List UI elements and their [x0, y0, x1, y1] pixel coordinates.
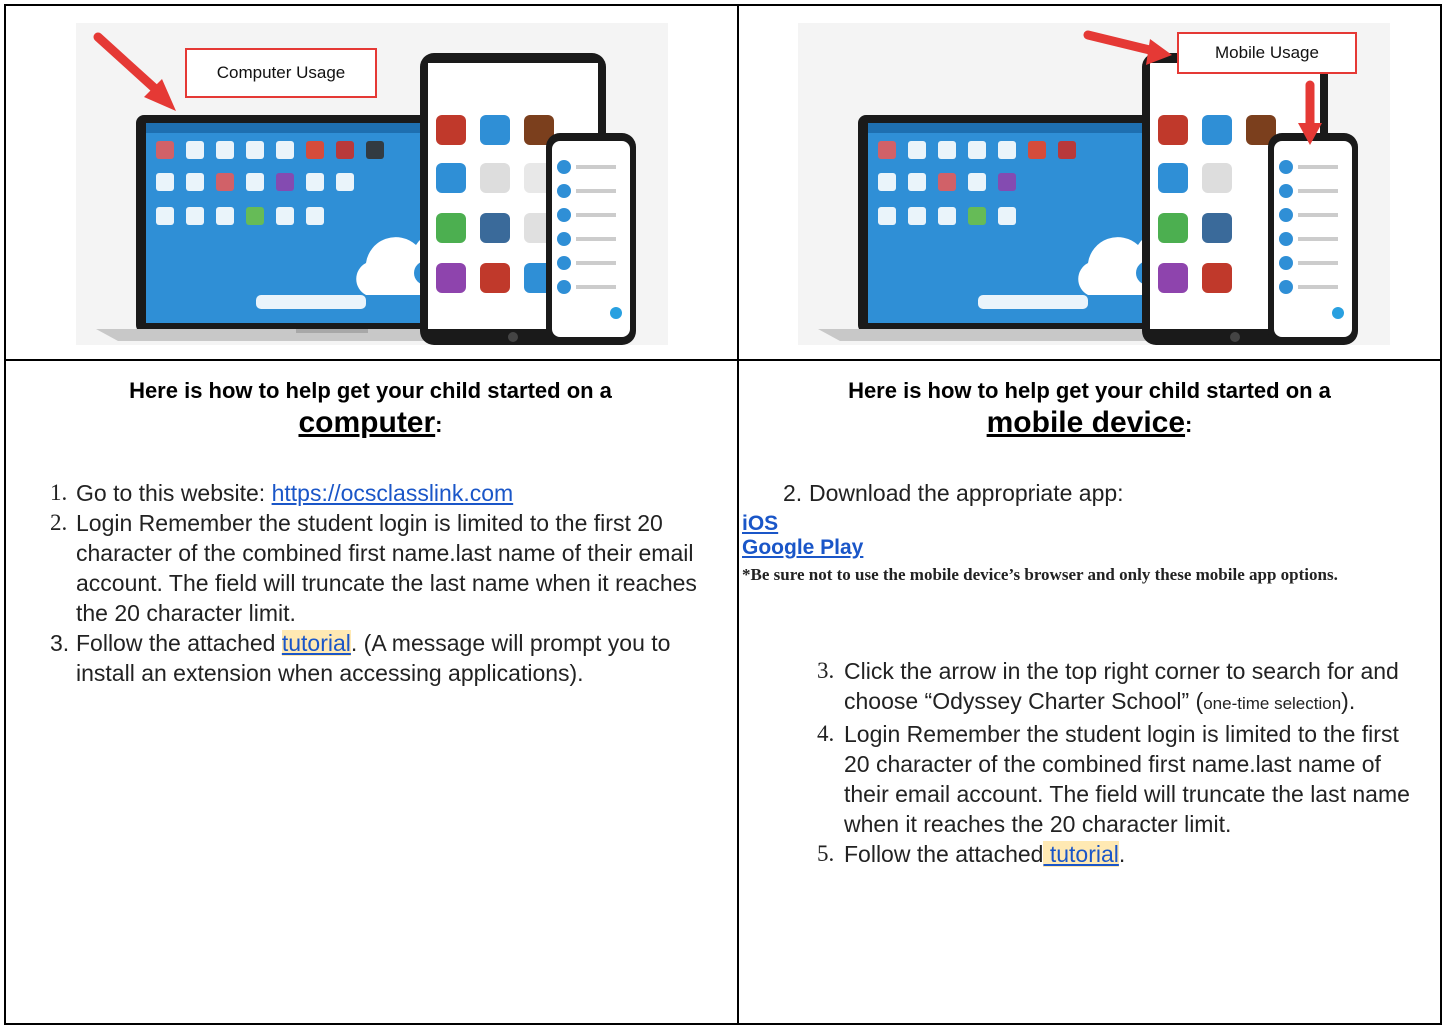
app-links: iOS Google Play	[739, 512, 1440, 560]
row-divider	[6, 359, 1440, 361]
mobile-heading: mobile device:	[739, 406, 1440, 440]
step-number: 4.	[817, 721, 835, 746]
google-play-link[interactable]: Google Play	[742, 536, 863, 559]
heading-colon: :	[435, 412, 443, 437]
step-2-row: 2. Download the appropriate app:	[739, 478, 1440, 508]
callout-label: Mobile Usage	[1215, 43, 1319, 62]
ios-link[interactable]: iOS	[742, 512, 778, 535]
step-1: 1. Go to this website: https://ocsclassl…	[6, 478, 715, 508]
step-text-end: .	[1118, 841, 1126, 867]
step-2: 2. Login Remember the student login is l…	[6, 508, 715, 628]
computer-steps: 1. Go to this website: https://ocsclassl…	[6, 478, 735, 688]
callout-label: Computer Usage	[216, 63, 346, 82]
tutorial-link[interactable]: tutorial	[1043, 841, 1119, 867]
mobile-heading-line1: Here is how to help get your child start…	[848, 378, 1331, 403]
browser-note: *Be sure not to use the mobile device’s …	[742, 565, 1338, 584]
step-2: 2. Download the appropriate app:	[739, 478, 1440, 508]
computer-usage-illustration: Computer Usage	[76, 23, 668, 345]
one-time-selection-note: one-time selection	[1203, 694, 1342, 713]
step-3: 3. Click the arrow in the top right corn…	[739, 656, 1420, 719]
step-text: Login Remember the student login is limi…	[844, 721, 1410, 837]
step-number: 3.	[817, 658, 835, 683]
computer-heading-word: computer	[298, 406, 436, 439]
mobile-instructions: Here is how to help get your child start…	[739, 378, 1440, 869]
instruction-table: Computer Usage Mobile Usage Here is how …	[4, 4, 1442, 1025]
tutorial-link[interactable]: tutorial	[281, 630, 351, 656]
mobile-usage-illustration: Mobile Usage	[798, 23, 1390, 345]
computer-heading: computer:	[6, 406, 735, 440]
step-text: Follow the attached	[844, 841, 1044, 867]
step-text: Go to this website:	[76, 480, 272, 506]
step-number: 3.	[50, 630, 70, 656]
step-number: 2.	[783, 480, 803, 506]
step-3: 3. Follow the attached tutorial. (A mess…	[6, 628, 715, 688]
step-text: Follow the attached	[76, 630, 282, 656]
step-5: 5. Follow the attached tutorial.	[739, 839, 1420, 869]
step-number: 2.	[50, 510, 68, 535]
step-4: 4. Login Remember the student login is l…	[739, 719, 1420, 839]
step-text: Login Remember the student login is limi…	[76, 510, 697, 626]
heading-colon: :	[1185, 412, 1193, 437]
ocsclasslink-link[interactable]: https://ocsclasslink.com	[272, 480, 514, 506]
phone-icon	[1268, 133, 1358, 345]
computer-instructions: Here is how to help get your child start…	[6, 378, 735, 688]
mobile-heading-word: mobile device	[986, 406, 1186, 439]
step-number: 5.	[817, 841, 835, 866]
step-number: 1.	[50, 480, 68, 505]
step-text: Download the appropriate app:	[809, 480, 1124, 506]
phone-icon	[546, 133, 636, 345]
red-arrow-icon	[93, 32, 176, 111]
step-text-end: ).	[1341, 688, 1356, 714]
mobile-steps: 3. Click the arrow in the top right corn…	[739, 656, 1440, 869]
computer-heading-line1: Here is how to help get your child start…	[129, 378, 612, 403]
